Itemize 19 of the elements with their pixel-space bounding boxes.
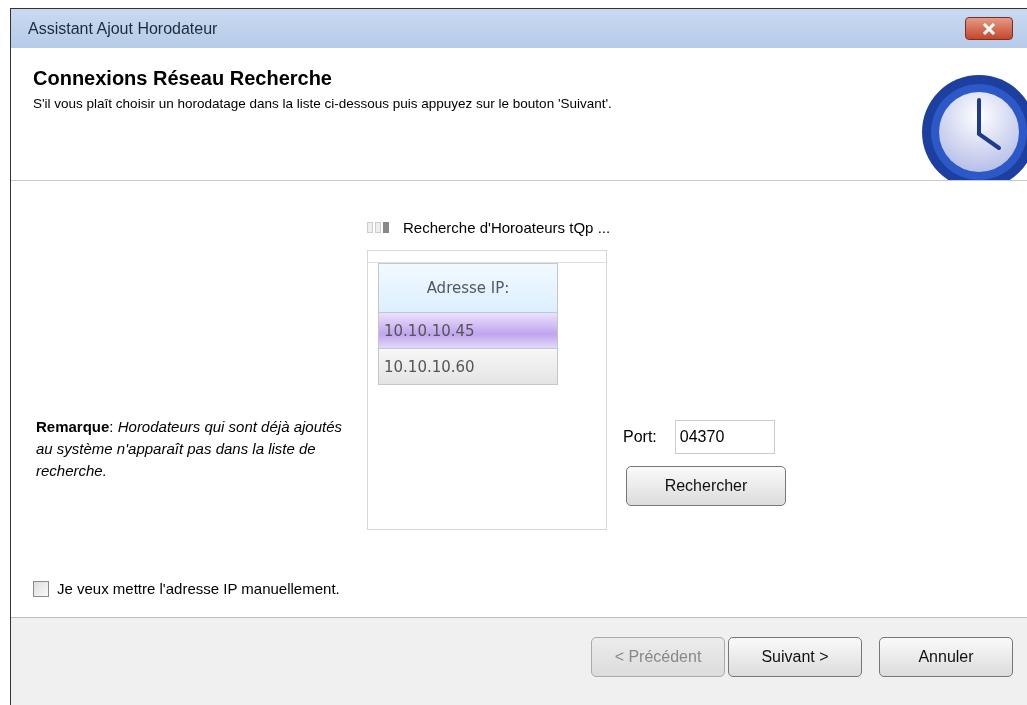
search-button[interactable]: Rechercher	[626, 466, 786, 506]
wizard-button[interactable]: Annuler	[879, 637, 1013, 677]
port-label: Port:	[623, 428, 657, 446]
ip-row[interactable]: 10.10.10.60	[379, 349, 557, 384]
port-field[interactable]: 04370	[674, 420, 775, 454]
ip-row[interactable]: 10.10.10.45	[379, 313, 557, 349]
clock-icon	[919, 72, 1027, 180]
search-status: Recherche d'Horoateurs tQp ...	[403, 219, 611, 236]
page-subtitle: S'il vous plaît choisir un horodatage dans la liste ci-dessous puis appuyez sur le bouton 'Suivant'.	[33, 96, 612, 111]
column-header: Adresse IP:	[379, 264, 557, 313]
close-button[interactable]	[965, 17, 1013, 40]
window-title: Assistant Ajout Horodateur	[28, 19, 218, 38]
note-text: Remarque: Horodateurs qui sont déjà ajoutés au système n'apparaît pas dans la liste de recherche.	[36, 417, 343, 481]
close-icon	[982, 22, 996, 35]
wizard-button[interactable]: Suivant >	[728, 637, 862, 677]
checkbox[interactable]	[33, 580, 49, 597]
checkbox-label: Je veux mettre l'adresse IP manuellement.	[57, 580, 340, 597]
progress-icon	[367, 222, 389, 233]
page-title: Connexions Réseau Recherche	[33, 67, 333, 90]
